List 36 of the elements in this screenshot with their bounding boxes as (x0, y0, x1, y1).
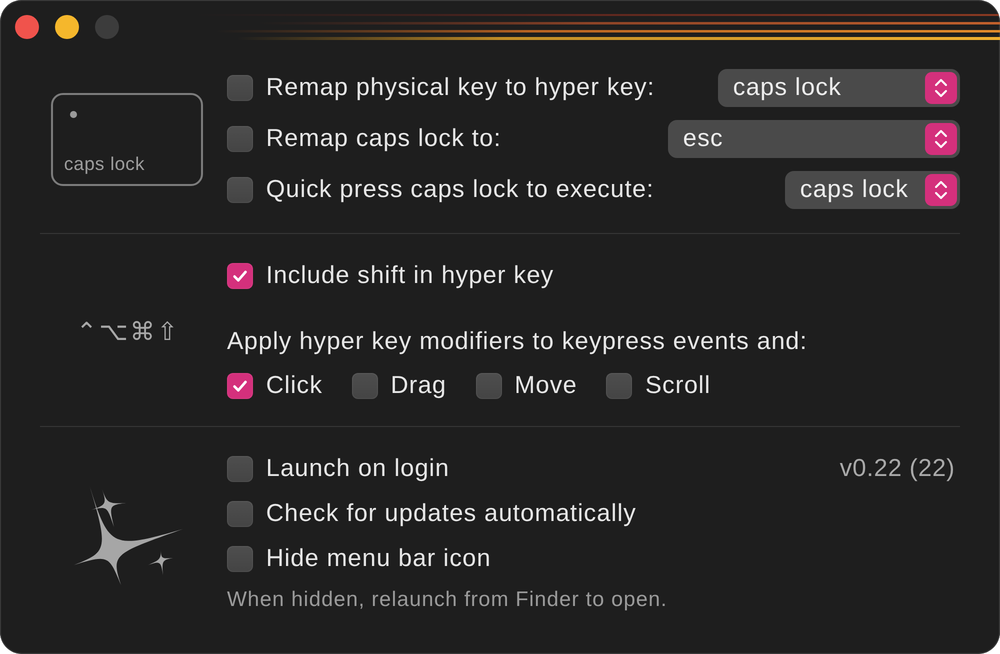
checkbox[interactable] (227, 546, 253, 572)
key-label: caps lock (64, 152, 145, 174)
version-label: v0.22 (22) (840, 455, 955, 483)
updown-chevron-icon (925, 174, 957, 206)
checkbox[interactable] (606, 373, 632, 399)
checkbox-label[interactable]: Quick press caps lock to execute: (266, 176, 654, 204)
checkbox-label[interactable]: Remap physical key to hyper key: (266, 74, 655, 102)
dot-icon (70, 110, 77, 118)
minimize-button[interactable] (55, 15, 79, 39)
checkbox[interactable] (476, 373, 502, 399)
updown-chevron-icon (925, 123, 957, 155)
checkbox[interactable] (227, 263, 253, 289)
checkbox[interactable] (227, 501, 253, 527)
checkbox-label[interactable]: Include shift in hyper key (266, 262, 554, 290)
popup-button[interactable]: caps lock (785, 171, 960, 209)
modifier-symbols: ⌃⌥⌘⇧ (76, 316, 180, 346)
section-label: Apply hyper key modifiers to keypress events and: (227, 327, 808, 357)
popup-button[interactable]: caps lock (718, 69, 960, 107)
checkbox-label[interactable]: Click (266, 372, 323, 400)
checkbox[interactable] (227, 177, 253, 203)
checkbox[interactable] (227, 456, 253, 482)
checkbox-label[interactable]: Scroll (645, 372, 711, 400)
checkbox-label[interactable]: Move (514, 372, 578, 400)
checkbox-label[interactable]: Remap caps lock to: (266, 125, 502, 153)
checkbox-label[interactable]: Hide menu bar icon (266, 545, 492, 573)
updown-chevron-icon (925, 72, 957, 104)
checkbox-label[interactable]: Check for updates automatically (266, 500, 636, 528)
close-button[interactable] (15, 15, 39, 39)
checkbox-label[interactable]: Launch on login (266, 455, 450, 483)
popup-button[interactable]: esc (668, 120, 960, 158)
checkbox[interactable] (227, 126, 253, 152)
checkbox-label[interactable]: Drag (390, 372, 446, 400)
hint-text: When hidden, relaunch from Finder to open. (227, 588, 668, 612)
checkbox[interactable] (352, 373, 378, 399)
checkbox[interactable] (227, 75, 253, 101)
checkbox[interactable] (227, 373, 253, 399)
